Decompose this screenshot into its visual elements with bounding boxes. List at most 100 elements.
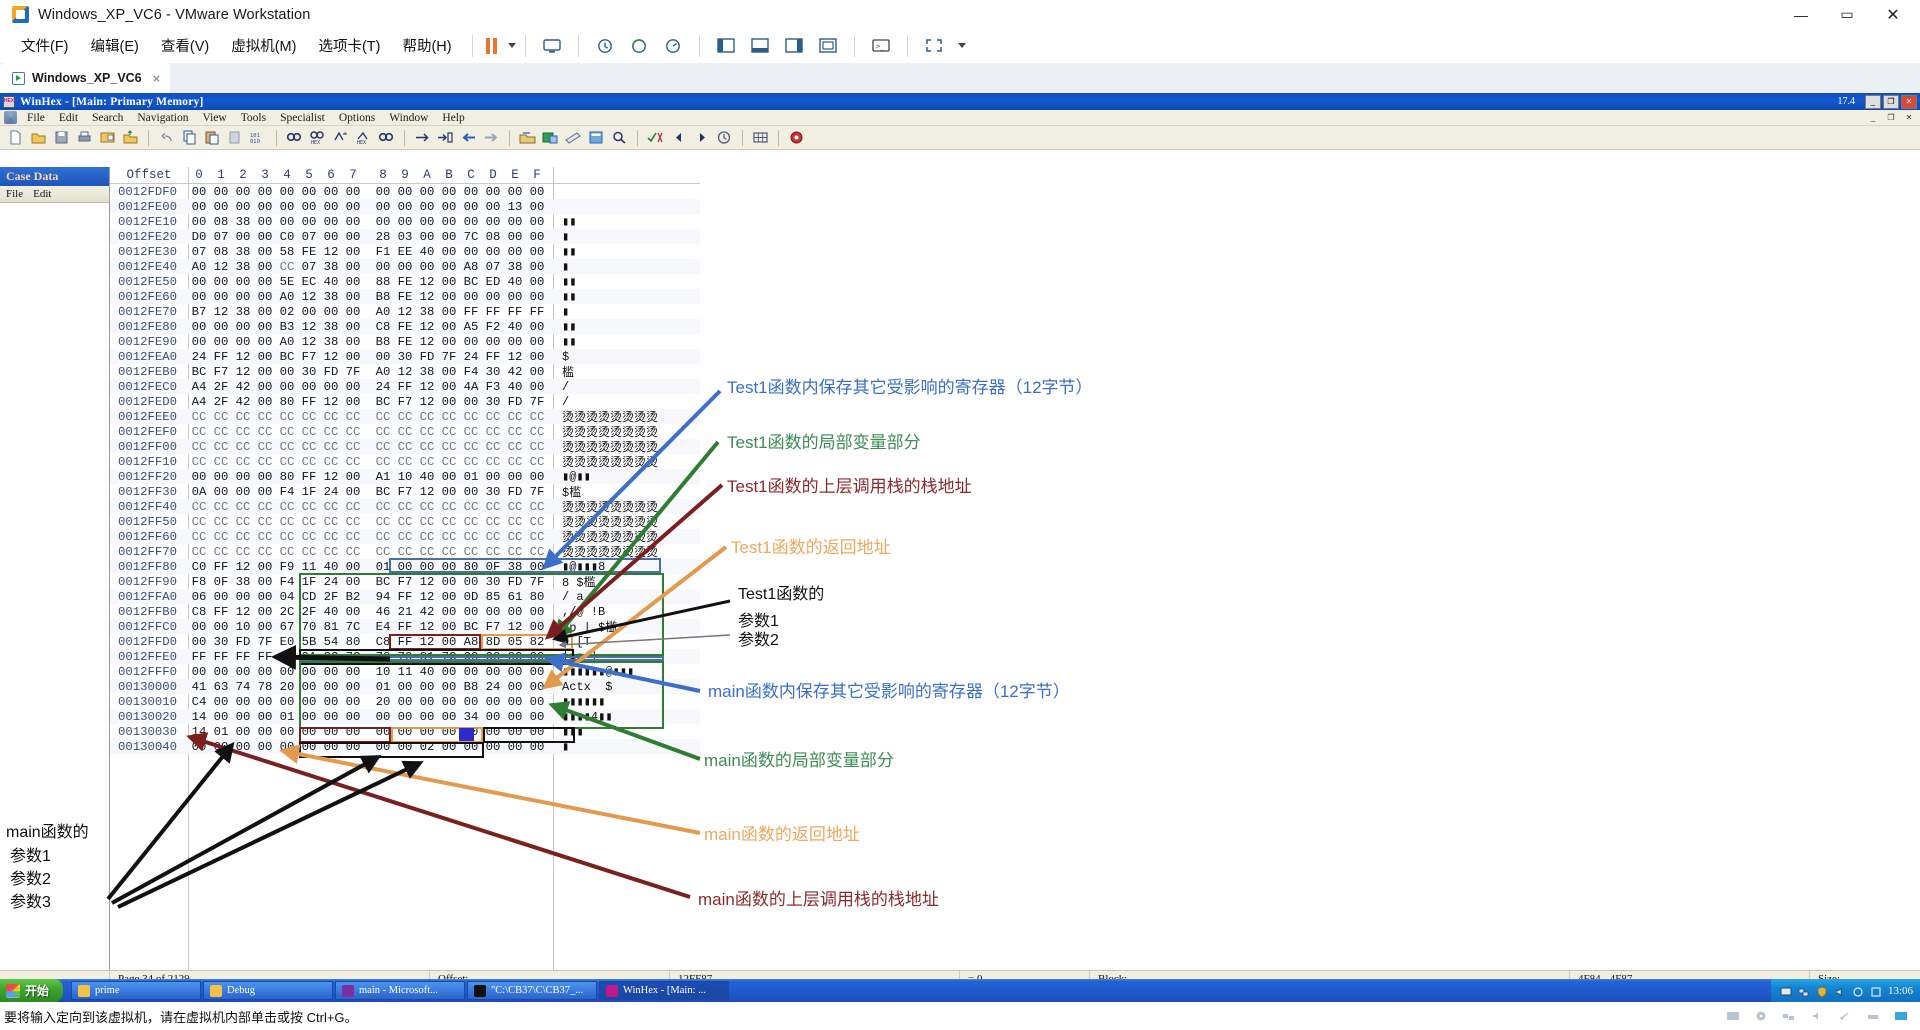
hex-byte[interactable]: CC [526,530,548,544]
hex-byte[interactable]: 00 [298,380,320,394]
hex-byte[interactable]: 94 [372,590,394,604]
hex-byte[interactable]: CC [526,515,548,529]
hex-byte[interactable]: 00 [276,695,298,709]
hex-byte[interactable]: B8 [372,335,394,349]
hex-byte[interactable]: CC [416,455,438,469]
take-snapshot-icon[interactable] [626,34,652,58]
hex-row-bytes[interactable]: BC F7 12 00 00 30 FD 7F A0 12 38 00 F4 30 42 00 [188,365,548,379]
taskbar-button[interactable]: prime [71,981,202,1000]
hex-byte[interactable]: 01 [210,725,232,739]
find-hex-icon[interactable]: HEX [308,128,327,147]
hex-byte[interactable]: CC [254,545,276,559]
hex-byte[interactable]: 34 [460,710,482,724]
hex-byte[interactable]: 00 [438,605,460,619]
hex-byte[interactable]: 00 [372,215,394,229]
hex-byte[interactable]: CC [210,455,232,469]
hex-byte[interactable]: 40 [320,275,342,289]
hex-byte[interactable]: 00 [372,725,394,739]
hex-byte[interactable]: CC [460,500,482,514]
hex-byte[interactable]: 00 [210,590,232,604]
hex-byte[interactable]: 80 [276,395,298,409]
winhex-menu-tools[interactable]: Tools [234,112,273,124]
hex-byte[interactable]: CC [320,425,342,439]
hex-byte[interactable]: 7C [460,230,482,244]
hex-byte[interactable]: 00 [504,605,526,619]
hex-byte[interactable]: 00 [526,470,548,484]
hex-byte[interactable]: F1 [372,245,394,259]
hex-byte[interactable]: 00 [342,710,364,724]
hex-byte[interactable]: 00 [254,260,276,274]
hex-byte[interactable]: 00 [504,185,526,199]
hex-byte[interactable]: 00 [526,560,548,574]
hex-byte[interactable]: F4 [460,365,482,379]
hex-byte[interactable]: 70 [372,650,394,664]
hex-byte[interactable]: 00 [504,230,526,244]
hex-byte[interactable]: FF [298,395,320,409]
hex-byte[interactable]: 12 [298,290,320,304]
hex-byte[interactable]: 30 [482,365,504,379]
taskbar-button[interactable]: main - Microsoft... [335,981,466,1000]
hex-byte[interactable]: 00 [438,575,460,589]
hex-byte[interactable]: 00 [482,245,504,259]
winhex-menu-options[interactable]: Options [332,112,382,124]
hex-byte[interactable]: BC [460,620,482,634]
hex-byte[interactable]: 00 [254,380,276,394]
hex-byte[interactable]: 00 [526,185,548,199]
hex-byte[interactable]: 00 [438,200,460,214]
hex-byte[interactable]: 00 [342,350,364,364]
hex-byte[interactable]: CC [438,440,460,454]
hex-byte[interactable]: 00 [342,665,364,679]
hex-byte[interactable]: 00 [232,740,254,754]
hex-byte[interactable]: 12 [416,320,438,334]
hex-byte[interactable]: CC [276,515,298,529]
hex-byte[interactable]: 00 [460,215,482,229]
show-console-view-icon[interactable] [815,34,841,58]
hex-byte[interactable]: 00 [460,200,482,214]
hex-byte[interactable]: 00 [526,245,548,259]
hex-byte[interactable]: 0A [188,485,210,499]
hex-byte[interactable]: CC [276,500,298,514]
hex-byte[interactable]: 00 [438,215,460,229]
hex-byte[interactable]: CC [460,425,482,439]
hex-byte[interactable]: 00 [438,470,460,484]
hex-byte[interactable]: 38 [232,215,254,229]
hex-byte[interactable]: 04 [276,590,298,604]
hex-byte[interactable]: 00 [394,740,416,754]
hex-byte[interactable]: 54 [320,635,342,649]
hex-byte[interactable]: FF [210,560,232,574]
hex-byte[interactable]: 00 [232,320,254,334]
menu-view[interactable]: 查看(V) [150,32,220,59]
hex-byte[interactable]: CC [320,530,342,544]
hex-byte[interactable]: A5 [460,320,482,334]
hex-byte[interactable]: ED [482,275,504,289]
hex-byte[interactable]: CC [188,500,210,514]
hex-byte[interactable]: 00 [526,650,548,664]
hex-byte[interactable]: 42 [416,605,438,619]
hex-byte[interactable]: 00 [254,320,276,334]
hex-row-bytes[interactable]: 07 08 38 00 58 FE 12 00 F1 EE 40 00 00 00 00 00 [188,245,548,259]
hex-byte[interactable]: 1F [298,575,320,589]
hex-byte[interactable]: FE [394,290,416,304]
hex-byte[interactable]: 00 [438,320,460,334]
hex-byte[interactable]: CC [254,410,276,424]
hex-byte[interactable]: CC [416,425,438,439]
hex-byte[interactable]: FF [394,620,416,634]
hex-byte[interactable]: CC [276,440,298,454]
hex-byte[interactable]: 38 [320,260,342,274]
hex-byte[interactable]: 00 [254,365,276,379]
hex-byte[interactable]: 00 [320,710,342,724]
hex-byte[interactable]: 00 [188,470,210,484]
hex-byte[interactable]: 00 [188,335,210,349]
hex-byte[interactable]: 00 [526,230,548,244]
hex-byte[interactable]: 00 [188,620,210,634]
hex-byte[interactable]: CC [320,545,342,559]
hex-byte[interactable]: 40 [504,275,526,289]
hex-byte[interactable]: 14 [188,725,210,739]
hex-byte[interactable]: 00 [342,560,364,574]
hex-byte[interactable]: 12 [320,470,342,484]
hex-byte[interactable]: 00 [232,710,254,724]
hex-byte[interactable]: 00 [320,380,342,394]
hex-byte[interactable]: 00 [276,185,298,199]
hex-byte[interactable]: 00 [254,245,276,259]
hex-byte[interactable]: 00 [526,665,548,679]
